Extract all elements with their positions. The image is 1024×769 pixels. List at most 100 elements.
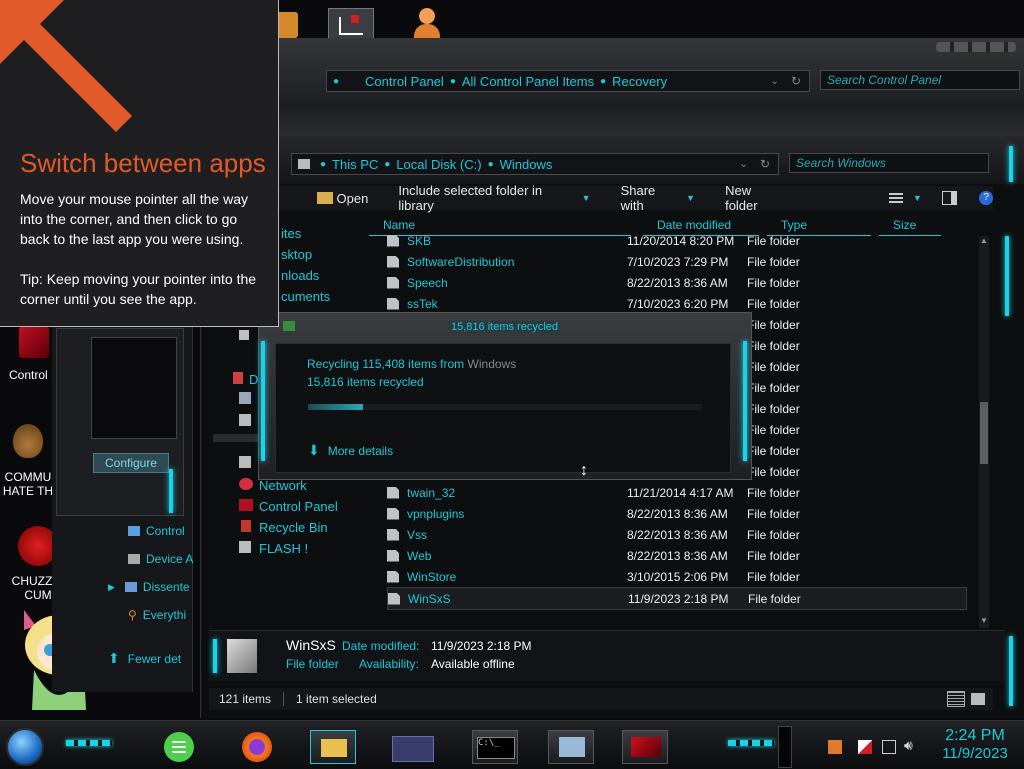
network-icon[interactable] <box>882 740 896 754</box>
details-view-icon[interactable] <box>947 691 965 707</box>
related-item[interactable]: ▶ Dissente <box>108 580 198 594</box>
taskbar-app-explorer[interactable] <box>310 730 356 764</box>
nav-item-recycle-bin[interactable]: Recycle Bin <box>259 520 328 535</box>
open-button[interactable]: Open <box>337 191 369 206</box>
nav-selection-bar <box>213 434 263 442</box>
table-row[interactable]: SoftwareDistribution 7/10/2023 7:29 PM Fil… <box>387 251 967 272</box>
glow-strip <box>1005 236 1009 316</box>
control-panel-search-input[interactable]: Search Control Panel <box>820 70 1020 90</box>
refresh-icon[interactable]: ↻ <box>760 157 770 171</box>
nav-item-control-panel[interactable]: Control Panel <box>259 499 338 514</box>
start-button[interactable] <box>6 728 44 766</box>
nav-small-icon <box>239 456 251 468</box>
table-row[interactable]: twain_32 11/21/2014 4:17 AM File folder <box>387 482 967 503</box>
related-item[interactable]: Control <box>128 524 198 538</box>
nav-item-documents[interactable]: cuments <box>281 289 330 304</box>
file-name: SKB <box>407 233 432 248</box>
include-library-button[interactable]: Include selected folder in library <box>398 183 575 213</box>
details-date-value: 11/9/2023 2:18 PM <box>431 639 532 653</box>
tip-hint: Tip: Keep moving your pointer into the c… <box>20 271 257 307</box>
nav-item-partial[interactable]: D <box>249 372 258 387</box>
file-type: File folder <box>747 569 800 584</box>
details-kind: File folder <box>286 657 339 671</box>
nav-item-downloads[interactable]: nloads <box>281 268 319 283</box>
table-row[interactable]: Speech 8/22/2013 8:36 AM File folder <box>387 272 967 293</box>
breadcrumb-all-items[interactable]: All Control Panel Items <box>456 74 600 89</box>
new-folder-button[interactable]: New folder <box>725 183 785 213</box>
flag-icon[interactable] <box>858 740 872 754</box>
search-icon: ⚲ <box>128 608 137 622</box>
folder-icon <box>388 592 400 605</box>
explorer-address-bar[interactable]: ● This PC ● Local Disk (C:) ● Windows ⌄ … <box>291 153 779 175</box>
refresh-icon[interactable]: ↻ <box>791 74 801 88</box>
table-row[interactable]: vpnplugins 8/22/2013 8:36 AM File folder <box>387 503 967 524</box>
related-item[interactable]: ⚲ Everythi <box>128 608 198 622</box>
nav-item-desktop[interactable]: sktop <box>281 247 312 262</box>
breadcrumb-this-pc[interactable]: This PC <box>326 157 384 172</box>
fewer-details-button[interactable]: ⬆ Fewer det <box>108 650 198 667</box>
file-name-cell: SoftwareDistribution <box>387 255 627 269</box>
explorer-search-input[interactable]: Search Windows <box>789 153 989 173</box>
control-panel-address-bar[interactable]: ● Control Panel ● All Control Panel Item… <box>326 70 810 92</box>
chevron-down-circle-icon: ⬇ <box>308 442 320 458</box>
file-type: File folder <box>747 317 800 332</box>
dropdown-icon[interactable]: ⌄ <box>771 76 779 87</box>
nav-item-favorites[interactable]: ites <box>281 226 301 241</box>
desktop-icon-commu[interactable]: COMMU HATE TH <box>0 424 56 498</box>
recycle-bin-icon <box>241 520 251 532</box>
dropdown-icon[interactable]: ⌄ <box>740 159 748 170</box>
file-type: File folder <box>747 422 800 437</box>
tip-panel: Switch between apps Move your mouse poin… <box>0 0 279 327</box>
glow-strip <box>1009 636 1013 706</box>
scroll-down-arrow[interactable]: ▼ <box>979 616 989 626</box>
computer-icon <box>128 526 140 536</box>
fewer-details-label: Fewer det <box>127 651 182 666</box>
taskbar-app-red[interactable] <box>622 730 668 764</box>
taskbar-app-monitor[interactable] <box>548 730 594 764</box>
breadcrumb-control-panel[interactable]: Control Panel <box>339 74 450 89</box>
taskbar-app-notes[interactable] <box>164 732 194 762</box>
table-row[interactable]: Web 8/22/2013 8:36 AM File folder <box>387 545 967 566</box>
large-icons-view-icon[interactable] <box>971 693 985 705</box>
tip-title: Switch between apps <box>20 148 266 178</box>
volume-icon[interactable]: 🔊︎ <box>904 737 913 754</box>
table-row[interactable]: WinSxS 11/9/2023 2:18 PM File folder <box>387 587 967 610</box>
nav-item-flash[interactable]: FLASH ! <box>259 541 308 556</box>
nav-small-icon <box>233 372 243 384</box>
more-details-button[interactable]: ⬇ More details <box>308 442 393 459</box>
taskbar-app-control[interactable] <box>392 736 434 762</box>
clock[interactable]: 2:24 PM 11/9/2023 <box>930 727 1020 762</box>
breadcrumb-recovery[interactable]: Recovery <box>606 74 673 89</box>
file-type: File folder <box>747 506 800 521</box>
vertical-scrollbar[interactable]: ▲ ▼ <box>979 236 989 628</box>
table-row[interactable]: SKB 11/20/2014 8:20 PM File folder <box>387 230 967 251</box>
scrollbar-thumb[interactable] <box>980 402 988 464</box>
breadcrumb-windows[interactable]: Windows <box>494 157 559 172</box>
folder-icon <box>387 255 399 268</box>
nav-item-network[interactable]: Network <box>259 478 307 493</box>
table-row[interactable]: ssTek 7/10/2023 6:20 PM File folder <box>387 293 967 314</box>
help-icon[interactable]: ? <box>979 191 993 205</box>
top-app-icon[interactable] <box>328 8 374 42</box>
scroll-up-arrow[interactable]: ▲ <box>979 236 989 246</box>
top-app-icon[interactable] <box>276 12 298 38</box>
view-options-icon[interactable] <box>889 193 903 203</box>
configure-button[interactable]: Configure <box>93 453 169 473</box>
related-item-label: Control <box>146 524 185 538</box>
table-row[interactable]: Vss 8/22/2013 8:36 AM File folder <box>387 524 967 545</box>
taskbar-app-cmd[interactable]: C:\_ <box>472 730 518 764</box>
file-type: File folder <box>747 548 800 563</box>
related-item[interactable]: Device A <box>128 552 198 566</box>
dialog-title: 15,816 items recycled <box>449 321 560 333</box>
taskbar-app-firefox[interactable] <box>242 732 272 762</box>
file-name: Vss <box>407 527 428 542</box>
chevron-down-icon[interactable]: ▼ <box>913 193 922 203</box>
user-icon[interactable] <box>414 8 440 38</box>
show-hidden-icons[interactable] <box>778 726 792 768</box>
table-row[interactable]: WinStore 3/10/2015 2:06 PM File folder <box>387 566 967 587</box>
breadcrumb-local-disk[interactable]: Local Disk (C:) <box>390 157 487 172</box>
tray-icon[interactable] <box>828 740 842 754</box>
recycle-line1-source: Windows <box>467 357 517 371</box>
preview-pane-icon[interactable] <box>941 191 958 205</box>
share-with-button[interactable]: Share with <box>621 183 681 213</box>
